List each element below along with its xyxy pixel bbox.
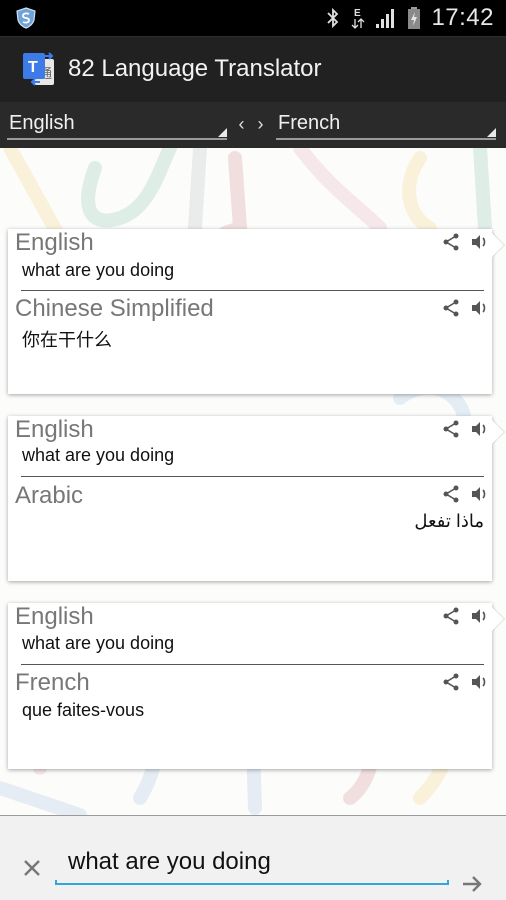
arrow-right-icon[interactable] [461, 874, 483, 894]
speaker-icon[interactable] [470, 420, 488, 438]
translation-card[interactable]: English what are you doing French que fa… [8, 603, 492, 769]
target-language-value: French [278, 112, 341, 134]
source-actions [442, 419, 492, 439]
target-language-label: French [15, 669, 90, 696]
source-text: what are you doing [22, 633, 175, 653]
input-bar [0, 815, 506, 900]
target-language-dropdown[interactable]: French [276, 110, 496, 140]
translation-card[interactable]: English what are you doing Arabic ماذا ت… [8, 416, 492, 581]
svg-text:T: T [28, 59, 38, 76]
app-title: 82 Language Translator [68, 55, 322, 82]
share-icon[interactable] [442, 607, 460, 625]
share-icon[interactable] [442, 420, 460, 438]
source-actions [442, 232, 492, 252]
translated-text: ماذا تفعل [414, 511, 484, 531]
translation-card[interactable]: English what are you doing Chinese Simpl… [8, 229, 492, 394]
clock: 17:42 [431, 4, 494, 31]
share-icon[interactable] [442, 485, 460, 503]
source-language-label: English [15, 229, 94, 256]
source-language-value: English [9, 112, 75, 134]
speaker-icon[interactable] [470, 485, 488, 503]
swap-arrows-icon: ‹ › [238, 114, 268, 134]
dropdown-triangle-icon [487, 128, 496, 137]
action-bar: 通 T 82 Language Translator [0, 36, 506, 102]
divider [21, 664, 484, 665]
translation-history[interactable]: English what are you doing Chinese Simpl… [0, 148, 506, 815]
source-text: what are you doing [22, 445, 175, 465]
target-actions [442, 484, 492, 504]
source-language-label: English [15, 603, 94, 630]
divider [21, 476, 484, 477]
status-bar: E 17:42 [0, 0, 506, 36]
source-text: what are you doing [22, 260, 175, 280]
battery-charging-icon [408, 7, 421, 29]
source-language-dropdown[interactable]: English [7, 110, 227, 140]
translate-text-input[interactable] [56, 842, 449, 882]
speaker-icon[interactable] [470, 233, 488, 251]
speaker-icon[interactable] [470, 299, 488, 317]
target-actions [442, 298, 492, 318]
translated-text: 你在干什么 [22, 330, 112, 350]
source-language-label: English [15, 416, 94, 443]
bluetooth-icon [327, 7, 339, 29]
source-actions [442, 606, 492, 626]
edge-data-icon: E [351, 8, 365, 29]
shield-security-icon [16, 7, 36, 29]
target-language-label: Arabic [15, 482, 84, 509]
speaker-icon[interactable] [470, 607, 488, 625]
target-actions [442, 672, 492, 692]
translator-app-icon: 通 T [23, 52, 54, 86]
target-language-label: Chinese Simplified [15, 295, 214, 322]
input-underline [55, 880, 449, 885]
svg-text:E: E [354, 8, 361, 19]
dropdown-triangle-icon [218, 128, 227, 137]
close-icon[interactable] [21, 857, 43, 879]
language-selector-bar: English ‹ › French [0, 102, 506, 148]
share-icon[interactable] [442, 673, 460, 691]
speaker-icon[interactable] [470, 673, 488, 691]
divider [21, 290, 484, 291]
share-icon[interactable] [442, 233, 460, 251]
translated-text: que faites-vous [22, 700, 145, 720]
swap-languages-button[interactable]: ‹ › [237, 114, 269, 138]
share-icon[interactable] [442, 299, 460, 317]
signal-icon [376, 9, 395, 28]
